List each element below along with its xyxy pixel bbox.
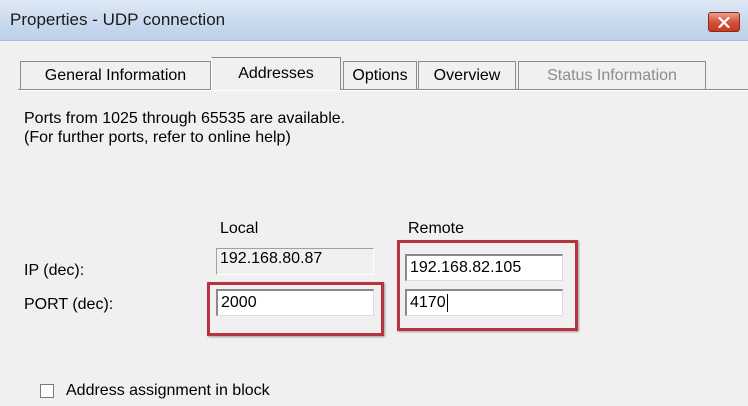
info-ports-available: Ports from 1025 through 65535 are availa…	[24, 110, 346, 127]
tab-label: Options	[352, 66, 408, 84]
tab-label: General Information	[44, 66, 187, 84]
column-header-remote: Remote	[408, 220, 465, 237]
tab-label: Addresses	[238, 65, 314, 82]
title-bar: Properties - UDP connection	[0, 0, 748, 41]
close-icon	[718, 16, 730, 28]
tab-options[interactable]: Options	[343, 61, 417, 89]
local-ip-field: 192.168.80.87	[216, 248, 374, 275]
info-further-ports: (For further ports, refer to online help…	[24, 129, 291, 146]
port-label: PORT (dec):	[24, 296, 114, 313]
local-ip-value: 192.168.80.87	[220, 250, 323, 267]
address-assignment-label: Address assignment in block	[66, 382, 270, 399]
ip-label: IP (dec):	[24, 262, 85, 279]
tab-label: Status Information	[547, 66, 677, 84]
tab-addresses[interactable]: Addresses	[211, 57, 341, 90]
close-button[interactable]	[708, 12, 740, 32]
tab-label: Overview	[433, 66, 501, 84]
local-port-highlight-box	[207, 282, 384, 336]
address-assignment-checkbox[interactable]	[40, 384, 54, 398]
tab-status-information[interactable]: Status Information	[518, 61, 706, 89]
remote-highlight-box	[397, 240, 578, 331]
tab-general-information[interactable]: General Information	[20, 61, 211, 89]
window-title: Properties - UDP connection	[10, 10, 226, 29]
tab-overview[interactable]: Overview	[418, 61, 516, 89]
column-header-local: Local	[220, 220, 259, 237]
tab-panel-border-highlight	[18, 90, 748, 91]
